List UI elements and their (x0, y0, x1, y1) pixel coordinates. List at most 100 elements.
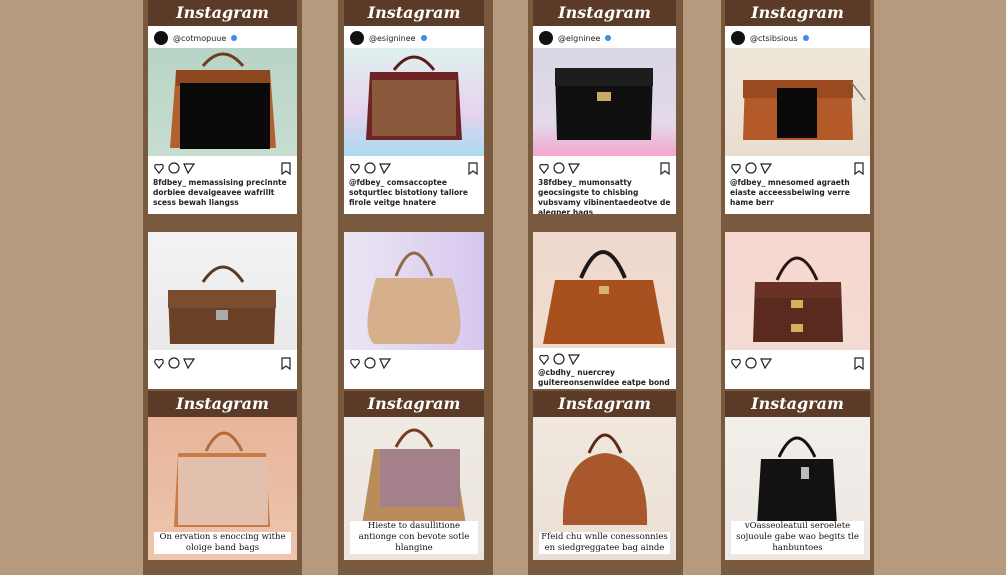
instagram-post-card[interactable]: @cbdhy_ nuercrey guitereonsenwidee eatpe… (533, 232, 676, 389)
handbag-image (367, 251, 461, 344)
instagram-header: Instagram (148, 391, 297, 417)
heart-icon[interactable] (154, 163, 164, 174)
post-actions (350, 161, 478, 175)
heart-icon[interactable] (350, 163, 360, 174)
instagram-post-card[interactable]: Instagram @elgninee 38fdbey_ mumonsatty … (533, 0, 676, 214)
share-icon[interactable] (760, 163, 773, 175)
post-caption: @fdbey_ mnesomed agraeth eiaste acceessb… (730, 178, 850, 207)
instagram-post-card[interactable]: Instagram Ffeid chu wnlle conessonnies e… (533, 391, 676, 560)
instagram-header: Instagram (344, 0, 484, 26)
comment-icon[interactable] (553, 353, 565, 365)
account-handle[interactable]: @cotmopuue (173, 34, 226, 43)
handbag-image (168, 265, 276, 344)
post-caption: @fdbey_ comsaccoptee sotqurtlec bistotio… (349, 178, 468, 207)
bookmark-icon[interactable] (854, 357, 864, 370)
post-actions (731, 356, 864, 370)
post-caption: On ervation s enoccing withe oloige band… (154, 532, 291, 554)
instagram-header: Instagram (344, 391, 484, 417)
account-handle[interactable]: @ctsibsious (750, 34, 798, 43)
verified-badge-icon (605, 35, 612, 41)
post-actions (539, 352, 670, 366)
post-photo[interactable] (533, 48, 676, 156)
post-caption: @cbdhy_ nuercrey guitereonsenwidee eatpe… (538, 368, 670, 389)
account-handle[interactable]: @esigninee (369, 34, 416, 43)
post-caption: vOasseoleatuil seroelete sojuoule gabe w… (731, 521, 864, 554)
heart-icon[interactable] (350, 358, 360, 369)
instagram-post-card[interactable]: Instagram @esigninee @fdbey_ comsaccopte… (344, 0, 484, 214)
instagram-post-card[interactable] (344, 232, 484, 389)
instagram-post-card[interactable]: Instagram @ctsibsious @fdbey_ mnesomed a… (725, 0, 870, 214)
post-photo[interactable] (725, 232, 870, 350)
avatar[interactable] (350, 31, 364, 45)
post-actions (154, 356, 291, 370)
avatar[interactable] (731, 31, 745, 45)
comment-icon[interactable] (745, 357, 757, 369)
bookmark-icon[interactable] (281, 357, 291, 370)
handbag-image (753, 256, 843, 342)
handbag-image (555, 68, 653, 140)
redaction-box (777, 88, 817, 138)
redaction-box (372, 80, 456, 136)
instagram-post-card[interactable]: Instagram @cotmopuue 8fdbey_ memassising… (148, 0, 297, 214)
share-icon[interactable] (568, 354, 581, 366)
post-caption: Hieste to dasullitione antionge con bevo… (350, 521, 478, 554)
redaction-box (380, 449, 460, 507)
comment-icon[interactable] (168, 162, 180, 174)
account-row[interactable]: @cotmopuue (154, 30, 238, 46)
comment-icon[interactable] (745, 162, 757, 174)
post-caption: 8fdbey_ memassising precinnte dorbiee de… (153, 178, 287, 207)
post-caption: 38fdbey_ mumonsatty geocsingste to chisb… (538, 178, 671, 214)
comment-icon[interactable] (364, 162, 376, 174)
share-icon[interactable] (379, 163, 392, 175)
bookmark-icon[interactable] (854, 162, 864, 175)
post-caption: Ffeid chu wnlle conessonnies en siedgreg… (539, 532, 670, 554)
bookmark-icon[interactable] (281, 162, 291, 175)
handbag-image (543, 250, 665, 344)
verified-badge-icon (420, 35, 427, 41)
instagram-post-card[interactable] (148, 232, 297, 389)
post-actions (731, 161, 864, 175)
redaction-box (180, 83, 270, 149)
instagram-post-card[interactable]: Instagram On ervation s enoccing withe o… (148, 391, 297, 560)
post-photo[interactable] (344, 232, 484, 350)
verified-badge-icon (802, 35, 809, 41)
instagram-post-card[interactable] (725, 232, 870, 389)
avatar[interactable] (154, 31, 168, 45)
post-actions (539, 161, 670, 175)
redaction-box (178, 457, 268, 525)
bookmark-icon[interactable] (468, 162, 478, 175)
instagram-post-card[interactable]: Instagram Hieste to dasullitione antiong… (344, 391, 484, 560)
account-row[interactable]: @elgninee (539, 30, 612, 46)
share-icon[interactable] (568, 163, 581, 175)
comment-icon[interactable] (553, 162, 565, 174)
share-icon[interactable] (379, 358, 392, 370)
account-row[interactable]: @esigninee (350, 30, 427, 46)
instagram-header: Instagram (533, 391, 676, 417)
post-actions (350, 356, 478, 370)
comment-icon[interactable] (168, 357, 180, 369)
post-actions (154, 161, 291, 175)
account-row[interactable]: @ctsibsious (731, 30, 809, 46)
verified-badge-icon (231, 35, 238, 41)
post-photo[interactable] (344, 48, 484, 156)
bookmark-icon[interactable] (660, 162, 670, 175)
share-icon[interactable] (183, 358, 196, 370)
share-icon[interactable] (760, 358, 773, 370)
post-photo[interactable] (148, 232, 297, 350)
heart-icon[interactable] (731, 163, 741, 174)
instagram-post-card[interactable]: Instagram vOasseoleatuil seroelete sojuo… (725, 391, 870, 560)
account-handle[interactable]: @elgninee (558, 34, 600, 43)
post-photo[interactable] (725, 48, 870, 156)
instagram-header: Instagram (725, 391, 870, 417)
heart-icon[interactable] (539, 163, 549, 174)
heart-icon[interactable] (539, 354, 549, 365)
heart-icon[interactable] (731, 358, 741, 369)
post-photo[interactable] (148, 48, 297, 156)
instagram-header: Instagram (148, 0, 297, 26)
heart-icon[interactable] (154, 358, 164, 369)
comment-icon[interactable] (364, 357, 376, 369)
instagram-header: Instagram (725, 0, 870, 26)
avatar[interactable] (539, 31, 553, 45)
post-photo[interactable] (533, 232, 676, 348)
share-icon[interactable] (183, 163, 196, 175)
